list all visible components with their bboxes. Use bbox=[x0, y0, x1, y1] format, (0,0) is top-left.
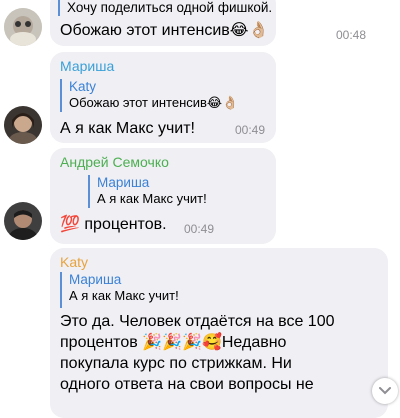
reply-quote-text: А я как Макс учит! bbox=[97, 191, 207, 206]
message-sender[interactable]: Мариша bbox=[60, 58, 114, 74]
reply-quote[interactable]: Мариша А я как Макс учит! bbox=[88, 175, 267, 208]
laughing-emoji-icon: 😂 bbox=[206, 95, 223, 110]
message-line: одного ответа на свои вопросы не bbox=[60, 376, 314, 393]
ok-hand-emoji-icon: 👌🏼 bbox=[222, 95, 239, 110]
message-line-content: процентов bbox=[60, 334, 138, 351]
message-bubble[interactable]: Katy Мариша А я как Макс учит! Это да. Ч… bbox=[50, 248, 388, 418]
avatar-sender-1[interactable] bbox=[4, 8, 42, 46]
reply-quote[interactable]: Мариша А я как Макс учит! bbox=[60, 272, 269, 308]
laughing-emoji-icon: 😂 bbox=[229, 22, 249, 39]
message-line: покупала курс по стрижкам. Ни bbox=[60, 355, 292, 372]
reply-quote[interactable]: Katy Обожаю этот интенсив😂👌🏼 bbox=[60, 79, 269, 112]
message-text-content: процентов. bbox=[84, 216, 167, 233]
ok-hand-emoji-icon: 👌🏼 bbox=[248, 22, 269, 39]
message-bubble[interactable]: Мариша Katy Обожаю этот интенсив😂👌🏼 А я … bbox=[50, 52, 276, 143]
message-sender[interactable]: Katy bbox=[60, 254, 88, 270]
reply-quote-text-content: Обожаю этот интенсив bbox=[69, 95, 207, 110]
message-time: 00:49 bbox=[235, 123, 266, 137]
party-popper-emoji-icon: 🎉 bbox=[182, 334, 202, 351]
reply-quote-text: Хочу поделиться одной фишкой. Может ко..… bbox=[67, 0, 273, 15]
message-line-content: Недавно bbox=[221, 334, 287, 351]
reply-quote[interactable]: Хочу поделиться одной фишкой. Может ко..… bbox=[58, 0, 273, 16]
message-line: процентов 🎉🎉🎉🥰Недавно bbox=[60, 332, 286, 353]
party-popper-emoji-icon: 🎉 bbox=[142, 334, 163, 351]
message-time: 00:49 bbox=[184, 222, 215, 236]
message-time: 00:48 bbox=[336, 28, 367, 42]
message-bubble[interactable]: Андрей Семочко Мариша А я как Макс учит!… bbox=[50, 148, 276, 244]
reply-quote-name: Мариша bbox=[97, 175, 150, 190]
scroll-down-icon bbox=[379, 387, 391, 395]
message-bubble[interactable]: Хочу поделиться одной фишкой. Может ко..… bbox=[50, 0, 366, 46]
avatar-andrey[interactable] bbox=[4, 202, 42, 240]
reply-quote-text: Обожаю этот интенсив😂👌🏼 bbox=[69, 95, 269, 111]
reply-quote-name: Katy bbox=[69, 79, 97, 94]
scroll-down-button[interactable] bbox=[372, 378, 398, 404]
message-text: Обожаю этот интенсив😂👌🏼 bbox=[60, 20, 268, 41]
reply-quote-name: Мариша bbox=[69, 272, 122, 287]
smiling-face-hearts-emoji-icon: 🥰 bbox=[201, 334, 222, 351]
message-sender[interactable]: Андрей Семочко bbox=[60, 154, 169, 170]
hundred-emoji-icon: 💯 bbox=[60, 216, 80, 233]
reply-quote-text: А я как Макс учит! bbox=[69, 288, 179, 303]
message-line: Это да. Человек отдаётся на все 100 bbox=[60, 313, 335, 330]
message-text: 💯 процентов. bbox=[60, 214, 167, 235]
message-text: А я как Макс учит! bbox=[60, 120, 195, 137]
avatar-marisha[interactable] bbox=[4, 106, 42, 144]
party-popper-emoji-icon: 🎉 bbox=[162, 334, 183, 351]
message-text-content: Обожаю этот интенсив bbox=[60, 22, 230, 39]
